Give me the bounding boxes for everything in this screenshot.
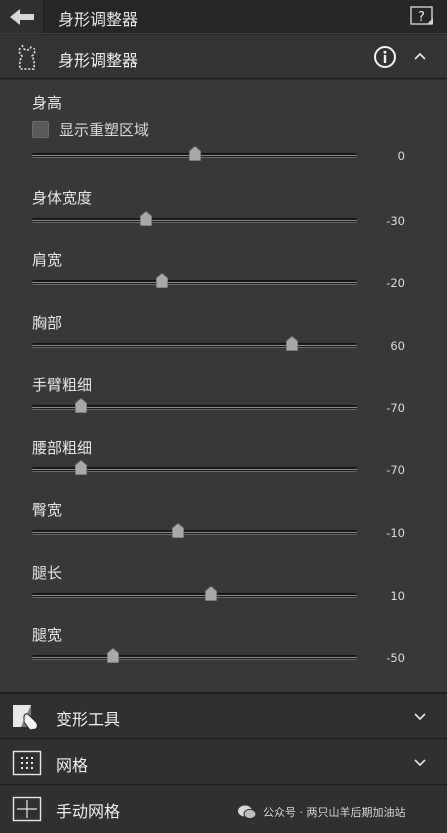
- manual-grid-icon: [12, 796, 42, 822]
- show-area-option[interactable]: 显示重塑区域: [32, 118, 149, 140]
- wechat-icon: [238, 805, 257, 820]
- watermark: 公众号 · 两只山羊后期加油站: [237, 804, 406, 820]
- chevron-down-icon[interactable]: [413, 710, 427, 724]
- height-value: 0: [397, 149, 405, 163]
- chest-slider-track[interactable]: [32, 343, 357, 348]
- back-arrow-icon: [9, 8, 34, 25]
- body-width-label: 身体宽度: [32, 189, 93, 207]
- arm-thickness-label: 手臂粗细: [32, 376, 93, 394]
- shoulder-width-slider-thumb[interactable]: [156, 273, 168, 288]
- chest-slider-thumb[interactable]: [286, 336, 298, 351]
- shoulder-width-label: 肩宽: [32, 251, 63, 269]
- leg-width-label: 腿宽: [32, 626, 63, 644]
- show-area-checkbox[interactable]: [32, 120, 49, 138]
- leg-length-slider-thumb[interactable]: [204, 586, 217, 601]
- height-slider-thumb[interactable]: [188, 146, 201, 161]
- arm-thickness-slider-thumb[interactable]: [74, 398, 87, 413]
- hip-width-slider-thumb[interactable]: [172, 523, 185, 538]
- section-grid[interactable]: 网格: [0, 740, 447, 785]
- chest-label: 胸部: [32, 314, 63, 332]
- svg-text:?: ?: [418, 10, 425, 25]
- window-title: 身形调整器: [58, 10, 139, 29]
- title-bar: 身形调整器 ?: [0, 0, 447, 34]
- leg-length-value: 10: [390, 589, 405, 603]
- show-area-label: 显示重塑区域: [59, 120, 150, 139]
- waist-thickness-value: -70: [386, 463, 405, 477]
- chevron-down-icon[interactable]: [413, 756, 427, 770]
- body-width-value: -30: [386, 214, 405, 228]
- chevron-up-icon[interactable]: [413, 49, 427, 63]
- watermark-text: 公众号 · 两只山羊后期加油站: [263, 806, 406, 819]
- hip-width-label: 臀宽: [32, 501, 63, 519]
- body-width-slider-track[interactable]: [32, 218, 357, 223]
- leg-width-slider-thumb[interactable]: [107, 648, 120, 663]
- section-warp-tool-label: 变形工具: [56, 710, 121, 729]
- back-button[interactable]: [0, 0, 44, 33]
- shoulder-width-value: -20: [386, 276, 405, 290]
- shoulder-width-slider-track[interactable]: [32, 280, 357, 285]
- waist-thickness-label: 腰部粗细: [32, 439, 93, 457]
- body-width-slider-thumb[interactable]: [139, 211, 152, 226]
- info-icon[interactable]: [373, 45, 397, 69]
- body-shaper-panel-header[interactable]: 身形调整器: [0, 35, 447, 79]
- section-manual-grid-label: 手动网格: [56, 802, 121, 821]
- panel-title: 身形调整器: [58, 51, 139, 70]
- help-icon[interactable]: ?: [410, 6, 434, 26]
- body-shape-icon: [18, 44, 36, 70]
- leg-length-slider-track[interactable]: [32, 593, 357, 598]
- hip-width-value: -10: [386, 526, 405, 540]
- arm-thickness-value: -70: [386, 401, 405, 415]
- hip-width-slider-track[interactable]: [32, 530, 357, 535]
- leg-width-value: -50: [386, 651, 405, 665]
- grid-icon: [12, 750, 42, 776]
- chest-value: 60: [390, 339, 405, 353]
- leg-width-slider-track[interactable]: [32, 655, 357, 660]
- warp-tool-icon: [13, 705, 38, 731]
- section-warp-tool[interactable]: 变形工具: [0, 694, 447, 739]
- section-grid-label: 网格: [56, 756, 89, 775]
- waist-thickness-slider-thumb[interactable]: [74, 460, 87, 475]
- leg-length-label: 腿长: [32, 564, 63, 582]
- height-label: 身高: [32, 94, 63, 112]
